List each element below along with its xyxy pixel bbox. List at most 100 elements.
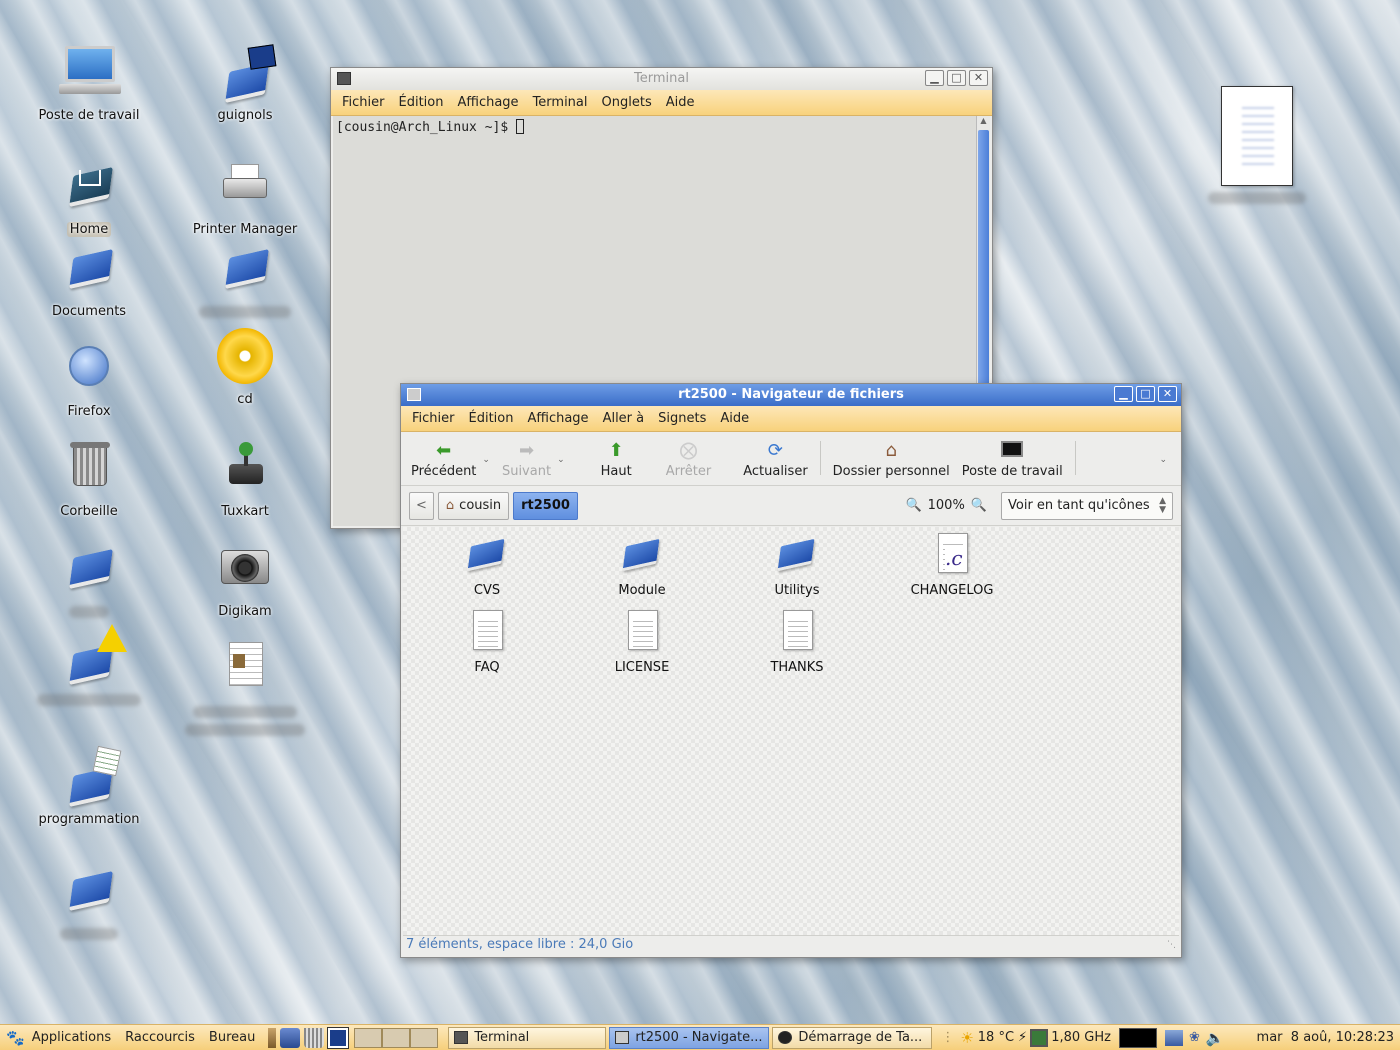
volume-speaker-icon[interactable]: 🔈 xyxy=(1206,1029,1225,1047)
desktop-icon-blurred-3[interactable] xyxy=(14,862,164,944)
desktop-icon-blurred-5[interactable] xyxy=(170,640,320,740)
desktop-icon-tuxkart[interactable]: Tuxkart xyxy=(170,440,320,519)
zoom-out-icon[interactable]: 🔍 xyxy=(905,498,921,513)
toolbar-overflow-chevron-icon[interactable]: ⌄ xyxy=(1159,455,1167,465)
close-button[interactable]: ✕ xyxy=(1158,386,1177,402)
menu-onglets[interactable]: Onglets xyxy=(595,95,659,110)
menu-aller-a[interactable]: Aller à xyxy=(596,411,652,426)
workspace-3[interactable] xyxy=(410,1027,439,1048)
menu-aide[interactable]: Aide xyxy=(659,95,702,110)
desktop-icon-blurred-document[interactable] xyxy=(1182,86,1332,208)
forward-button[interactable]: ➡ Suivant xyxy=(496,441,557,480)
task-demarrage[interactable]: Démarrage de Ta... xyxy=(772,1026,933,1049)
path-button-label: cousin xyxy=(459,498,502,513)
menu-fichier[interactable]: Fichier xyxy=(335,95,392,110)
status-bar: 7 éléments, espace libre : 24,0 Gio ⋱ xyxy=(403,935,1179,955)
network-icon[interactable] xyxy=(1164,1029,1183,1046)
task-label: rt2500 - Navigate... xyxy=(635,1030,763,1045)
file-item-faq[interactable]: FAQ xyxy=(427,608,547,675)
gnome-foot-icon[interactable]: 🐾 xyxy=(6,1029,25,1047)
task-terminal[interactable]: Terminal xyxy=(448,1026,607,1049)
document-thumbnail-icon xyxy=(1221,86,1293,186)
zoom-in-icon[interactable]: 🔍 xyxy=(971,498,987,513)
view-mode-select[interactable]: Voir en tant qu'icônes ▲ ▼ xyxy=(1001,491,1173,520)
computer-button[interactable]: Poste de travail xyxy=(956,441,1069,479)
task-file-manager[interactable]: rt2500 - Navigate... xyxy=(609,1026,770,1049)
menu-bureau[interactable]: Bureau xyxy=(202,1030,262,1045)
launcher-trash-icon[interactable] xyxy=(304,1027,325,1048)
scroll-up-arrow-icon[interactable]: ▲ xyxy=(977,116,990,130)
file-item-changelog[interactable]: .c CHANGELOG xyxy=(892,531,1012,598)
launcher-tux-icon[interactable] xyxy=(280,1027,301,1048)
desktop-icon-blurred-4[interactable] xyxy=(170,240,320,322)
desktop-icon-cd[interactable]: cd xyxy=(170,328,320,407)
menu-applications[interactable]: Applications xyxy=(25,1030,118,1045)
menu-raccourcis[interactable]: Raccourcis xyxy=(118,1030,202,1045)
zoom-level[interactable]: 100% xyxy=(928,498,965,513)
maximize-button[interactable]: □ xyxy=(947,70,966,86)
bottom-panel: 🐾 Applications Raccourcis Bureau Termina… xyxy=(0,1024,1400,1050)
desktop-icon-programmation[interactable]: programmation xyxy=(14,745,164,827)
resize-grip-icon[interactable]: ⋱ xyxy=(1167,936,1176,954)
desktop-icon-label: Corbeille xyxy=(60,504,118,519)
desktop-icon-guignols[interactable]: guignols xyxy=(170,44,320,123)
path-button-rt2500[interactable]: rt2500 xyxy=(513,491,578,520)
workspace-2[interactable] xyxy=(382,1027,411,1048)
back-button[interactable]: ⬅ Précédent xyxy=(405,440,482,480)
menu-edition[interactable]: Édition xyxy=(392,95,451,110)
power-plug-icon[interactable]: ⚡ xyxy=(1018,1030,1027,1045)
desktop-icon-blurred-1[interactable] xyxy=(14,540,164,622)
minimize-button[interactable]: ▁ xyxy=(925,70,944,86)
desktop-icon-blurred-2[interactable] xyxy=(14,624,164,710)
file-item-module[interactable]: Module xyxy=(582,535,702,598)
desktop-icon-label: Poste de travail xyxy=(38,108,140,123)
file-manager-window[interactable]: rt2500 - Navigateur de fichiers ▁ □ ✕ Fi… xyxy=(400,383,1182,958)
desktop-icon-firefox[interactable]: Firefox xyxy=(14,340,164,419)
terminal-title: Terminal xyxy=(634,71,689,86)
workspace-1[interactable] xyxy=(354,1027,383,1048)
menu-signets[interactable]: Signets xyxy=(651,411,713,426)
minimize-button[interactable]: ▁ xyxy=(1114,386,1133,402)
up-button[interactable]: ⬆ Haut xyxy=(595,441,638,480)
reload-button[interactable]: ⟳ Actualiser xyxy=(737,441,813,480)
close-button[interactable]: ✕ xyxy=(969,70,988,86)
desktop-icon-poste-de-travail[interactable]: Poste de travail xyxy=(14,44,164,123)
menu-edition[interactable]: Édition xyxy=(462,411,521,426)
cpu-frequency[interactable]: 1,80 GHz xyxy=(1051,1030,1111,1045)
stop-button[interactable]: ⨂ Arrêter xyxy=(660,441,718,480)
show-desktop-icon[interactable] xyxy=(327,1026,350,1049)
file-icon-view[interactable]: CVS Module Utilitys .c CHANGELOG FAQ LIC… xyxy=(403,527,1179,935)
desktop-icon-home[interactable]: Home xyxy=(14,158,164,237)
desktop-icon-digikam[interactable]: Digikam xyxy=(170,540,320,619)
terminal-titlebar[interactable]: Terminal ▁ □ ✕ xyxy=(331,68,992,90)
path-scroll-left-button[interactable]: < xyxy=(409,491,434,520)
file-item-thanks[interactable]: THANKS xyxy=(737,608,857,675)
menu-affichage[interactable]: Affichage xyxy=(520,411,595,426)
file-item-license[interactable]: LICENSE xyxy=(582,608,702,675)
file-manager-titlebar[interactable]: rt2500 - Navigateur de fichiers ▁ □ ✕ xyxy=(401,384,1181,406)
launcher-icon[interactable] xyxy=(268,1027,277,1048)
menu-aide[interactable]: Aide xyxy=(713,411,756,426)
weather-temperature[interactable]: 18 °C xyxy=(978,1030,1014,1045)
file-item-cvs[interactable]: CVS xyxy=(427,535,547,598)
file-label: THANKS xyxy=(770,660,824,675)
file-item-utilitys[interactable]: Utilitys xyxy=(737,535,857,598)
menu-terminal[interactable]: Terminal xyxy=(526,95,595,110)
forward-history-dropdown[interactable]: ⌄ xyxy=(557,455,565,465)
bluetooth-icon[interactable]: ❀ xyxy=(1189,1030,1200,1045)
file-label: Utilitys xyxy=(774,583,820,598)
desktop-icon-printer-manager[interactable]: Printer Manager xyxy=(170,158,320,237)
back-history-dropdown[interactable]: ⌄ xyxy=(482,455,490,465)
clock[interactable]: mar 8 aoû, 10:28:23 xyxy=(1257,1030,1394,1045)
maximize-button[interactable]: □ xyxy=(1136,386,1155,402)
desktop-icon-corbeille[interactable]: Corbeille xyxy=(14,440,164,519)
desktop-icon-documents[interactable]: Documents xyxy=(14,240,164,319)
menu-affichage[interactable]: Affichage xyxy=(450,95,525,110)
arrow-left-icon: ⬅ xyxy=(436,440,452,461)
printer-icon xyxy=(215,158,275,218)
desktop-icon-label: Firefox xyxy=(67,404,111,419)
path-button-cousin[interactable]: ⌂ cousin xyxy=(437,491,510,520)
system-monitor-graph[interactable] xyxy=(1118,1027,1157,1048)
menu-fichier[interactable]: Fichier xyxy=(405,411,462,426)
home-button[interactable]: ⌂ Dossier personnel xyxy=(827,441,956,480)
